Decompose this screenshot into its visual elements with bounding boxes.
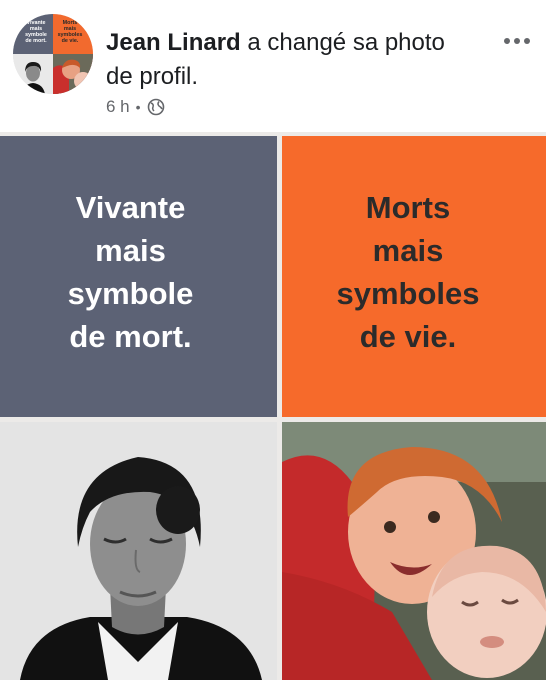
- post-image[interactable]: Vivante mais symbole de mort. Morts mais…: [0, 132, 546, 680]
- avatar-left-text: Vivante mais symbole de mort.: [25, 20, 47, 44]
- woman-portrait-photo: [0, 422, 277, 680]
- more-dot: [514, 38, 520, 44]
- right-slogan: Morts mais symboles de vie.: [336, 190, 480, 354]
- post-meta: 6 h •: [106, 97, 165, 117]
- more-dot: [504, 38, 510, 44]
- more-horizontal-icon[interactable]: [494, 30, 540, 52]
- post-timestamp[interactable]: 6 h: [106, 97, 130, 117]
- globe-icon[interactable]: [147, 98, 165, 116]
- avatar-right-text: Morts mais symboles de vie.: [57, 20, 83, 44]
- profile-avatar[interactable]: Vivante mais symbole de mort. Morts mais…: [13, 14, 93, 94]
- avatar-quadrant-woman: [13, 54, 53, 94]
- post-header: Vivante mais symbole de mort. Morts mais…: [0, 0, 546, 132]
- meta-separator: •: [135, 99, 141, 115]
- children-photo: [282, 422, 546, 680]
- author-name[interactable]: Jean Linard: [106, 29, 241, 56]
- more-dot: [524, 38, 530, 44]
- avatar-quadrant-gray: Vivante mais symbole de mort.: [13, 14, 53, 54]
- avatar-quadrant-children: [53, 54, 93, 94]
- avatar-quadrant-orange: Morts mais symboles de vie.: [53, 14, 93, 54]
- left-slogan: Vivante mais symbole de mort.: [67, 190, 194, 354]
- gray-slogan-panel: Vivante mais symbole de mort.: [0, 136, 277, 417]
- post-headline: Jean Linard a changé sa photo de profil.: [106, 26, 476, 94]
- orange-slogan-panel: Morts mais symboles de vie.: [282, 136, 546, 417]
